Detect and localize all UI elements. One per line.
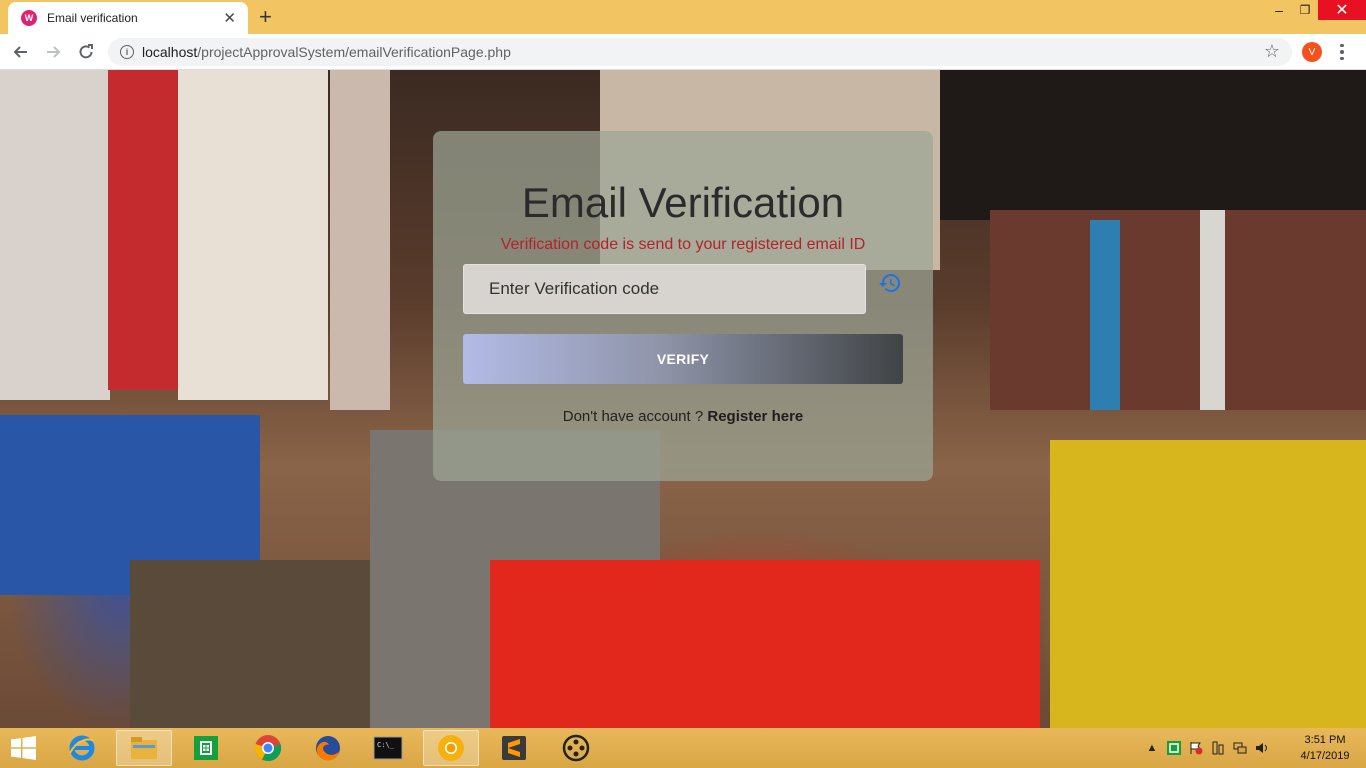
reload-icon[interactable]	[74, 40, 98, 64]
internet-explorer-icon[interactable]	[54, 730, 110, 766]
address-bar[interactable]: i localhost/projectApprovalSystem/emailV…	[108, 38, 1292, 66]
bookmark-star-icon[interactable]: ☆	[1264, 41, 1280, 62]
device-icon[interactable]	[1210, 740, 1226, 756]
taskbar: C:\_ ▲ 3:51 PM 4/17/2019	[0, 728, 1366, 768]
system-tray: ▲	[1144, 728, 1270, 768]
profile-avatar[interactable]: V	[1302, 42, 1322, 62]
svg-text:C:\_: C:\_	[377, 741, 395, 749]
browser-titlebar: W Email verification ✕ + – ❐ ✕	[0, 0, 1366, 34]
maximize-button[interactable]: ❐	[1294, 0, 1316, 20]
media-icon[interactable]	[548, 730, 604, 766]
register-prompt: Don't have account ? Register here	[433, 408, 933, 425]
close-window-button[interactable]: ✕	[1318, 0, 1366, 20]
minimize-button[interactable]: –	[1268, 0, 1290, 20]
url-text[interactable]: localhost/projectApprovalSystem/emailVer…	[142, 44, 511, 60]
back-icon[interactable]	[9, 40, 33, 64]
browser-toolbar: i localhost/projectApprovalSystem/emailV…	[0, 34, 1366, 70]
tab-close-icon[interactable]: ✕	[223, 9, 236, 27]
tray-expand-icon[interactable]: ▲	[1144, 740, 1160, 756]
register-link[interactable]: Register here	[707, 408, 803, 425]
page-viewport: Email Verification Verification code is …	[0, 70, 1366, 728]
url-path: /projectApprovalSystem/emailVerification…	[197, 44, 511, 60]
cmd-icon[interactable]: C:\_	[360, 730, 416, 766]
browser-menu-icon[interactable]	[1336, 40, 1348, 64]
windows-start-icon[interactable]	[10, 736, 38, 760]
info-icon[interactable]: i	[120, 45, 134, 59]
resend-history-icon[interactable]	[878, 271, 902, 295]
chrome-icon[interactable]	[240, 730, 296, 766]
browser-tab[interactable]: W Email verification ✕	[8, 2, 248, 34]
network-icon[interactable]	[1232, 740, 1248, 756]
verify-button[interactable]: VERIFY	[463, 334, 903, 384]
sublime-text-icon[interactable]	[486, 730, 542, 766]
volume-icon[interactable]	[1254, 740, 1270, 756]
action-center-flag-icon[interactable]	[1188, 740, 1204, 756]
verification-message: Verification code is send to your regist…	[500, 236, 866, 253]
forward-icon[interactable]	[41, 40, 65, 64]
verification-card: Email Verification Verification code is …	[433, 131, 933, 481]
chrome-canary-icon[interactable]	[423, 730, 479, 766]
firefox-icon[interactable]	[300, 730, 356, 766]
tab-favicon-icon: W	[21, 10, 37, 26]
url-host: localhost	[142, 44, 198, 60]
clock-time: 3:51 PM	[1304, 734, 1346, 746]
system-clock[interactable]: 3:51 PM 4/17/2019	[1290, 732, 1360, 764]
clock-date: 4/17/2019	[1300, 750, 1350, 762]
register-prompt-text: Don't have account ?	[562, 408, 708, 425]
store-icon[interactable]	[178, 730, 234, 766]
verification-code-input[interactable]	[463, 264, 866, 314]
tab-title: Email verification	[47, 11, 138, 25]
page-title: Email Verification	[521, 179, 845, 226]
tray-app-icon[interactable]	[1166, 740, 1182, 756]
new-tab-button[interactable]: +	[259, 4, 272, 30]
file-explorer-icon[interactable]	[116, 730, 172, 766]
